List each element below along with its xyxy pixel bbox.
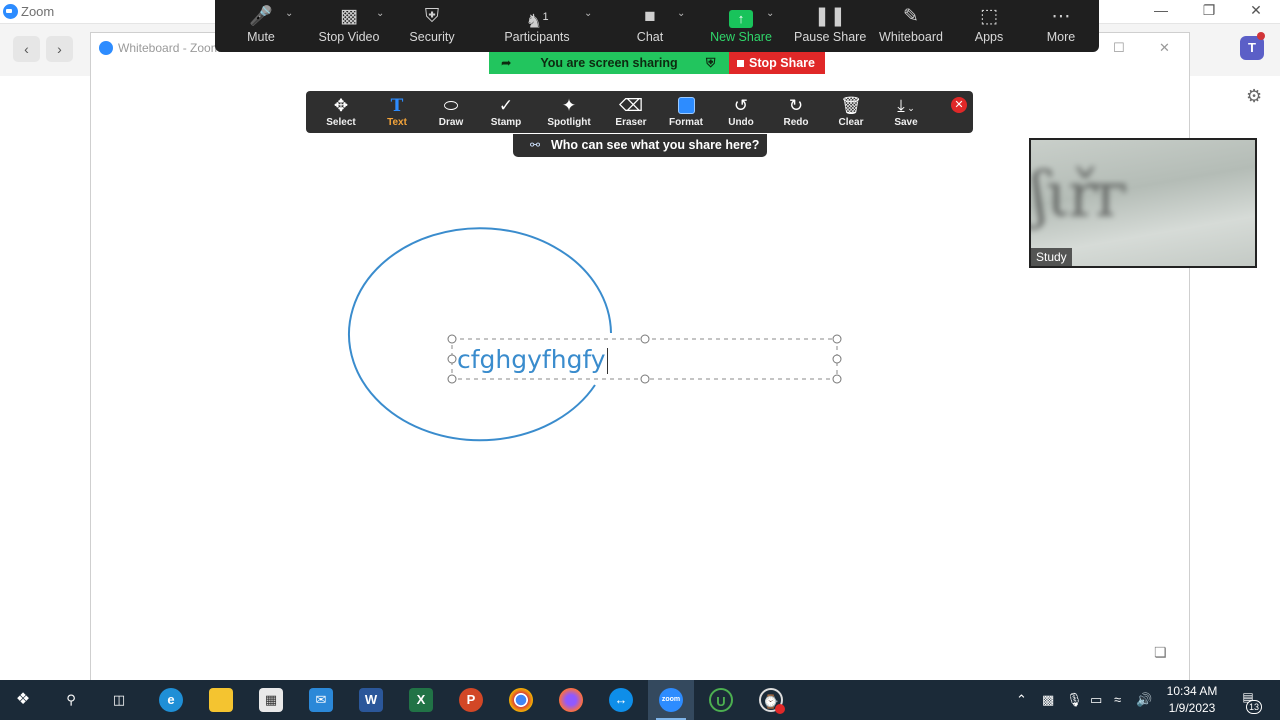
drawn-ellipse[interactable]: [348, 227, 612, 442]
search-icon[interactable]: ⚲: [48, 680, 94, 720]
participant-name: Study: [1031, 248, 1072, 266]
zoom-icon[interactable]: zoom: [648, 680, 694, 720]
participant-video[interactable]: ʃιřг Study: [1029, 138, 1257, 268]
recorder-icon[interactable]: ⌚: [748, 680, 794, 720]
whiteboard-text[interactable]: cfghgyfhgfy: [457, 345, 608, 374]
volume-icon[interactable]: 🔊: [1136, 680, 1152, 720]
teamviewer-icon[interactable]: ↔: [598, 680, 644, 720]
excel-icon[interactable]: X: [398, 680, 444, 720]
utorrent-icon[interactable]: U: [698, 680, 744, 720]
video-feed: ʃιřг: [1031, 158, 1128, 231]
meet-now-icon[interactable]: ▩: [1042, 680, 1054, 720]
notification-count: 13: [1246, 700, 1262, 714]
new-window-icon[interactable]: ❏: [1154, 644, 1167, 661]
wifi-icon[interactable]: ≈: [1114, 680, 1121, 720]
chrome-icon[interactable]: [498, 680, 544, 720]
file-explorer-icon[interactable]: [198, 680, 244, 720]
edge-icon[interactable]: e: [148, 680, 194, 720]
firefox-icon[interactable]: [548, 680, 594, 720]
text-cursor: [606, 348, 608, 374]
mail-icon[interactable]: ✉: [298, 680, 344, 720]
task-view-icon[interactable]: ◫: [96, 680, 142, 720]
store-icon[interactable]: ▦: [248, 680, 294, 720]
microphone-icon[interactable]: 🎙: [1066, 680, 1083, 720]
clock[interactable]: 10:34 AM 1/9/2023: [1160, 683, 1224, 717]
windows-start-icon[interactable]: ❖: [0, 680, 46, 720]
word-icon[interactable]: W: [348, 680, 394, 720]
whiteboard-canvas[interactable]: [0, 0, 1280, 720]
chevron-up-icon[interactable]: ⌃: [1016, 680, 1027, 720]
battery-icon[interactable]: ▭: [1090, 680, 1102, 720]
powerpoint-icon[interactable]: P: [448, 680, 494, 720]
